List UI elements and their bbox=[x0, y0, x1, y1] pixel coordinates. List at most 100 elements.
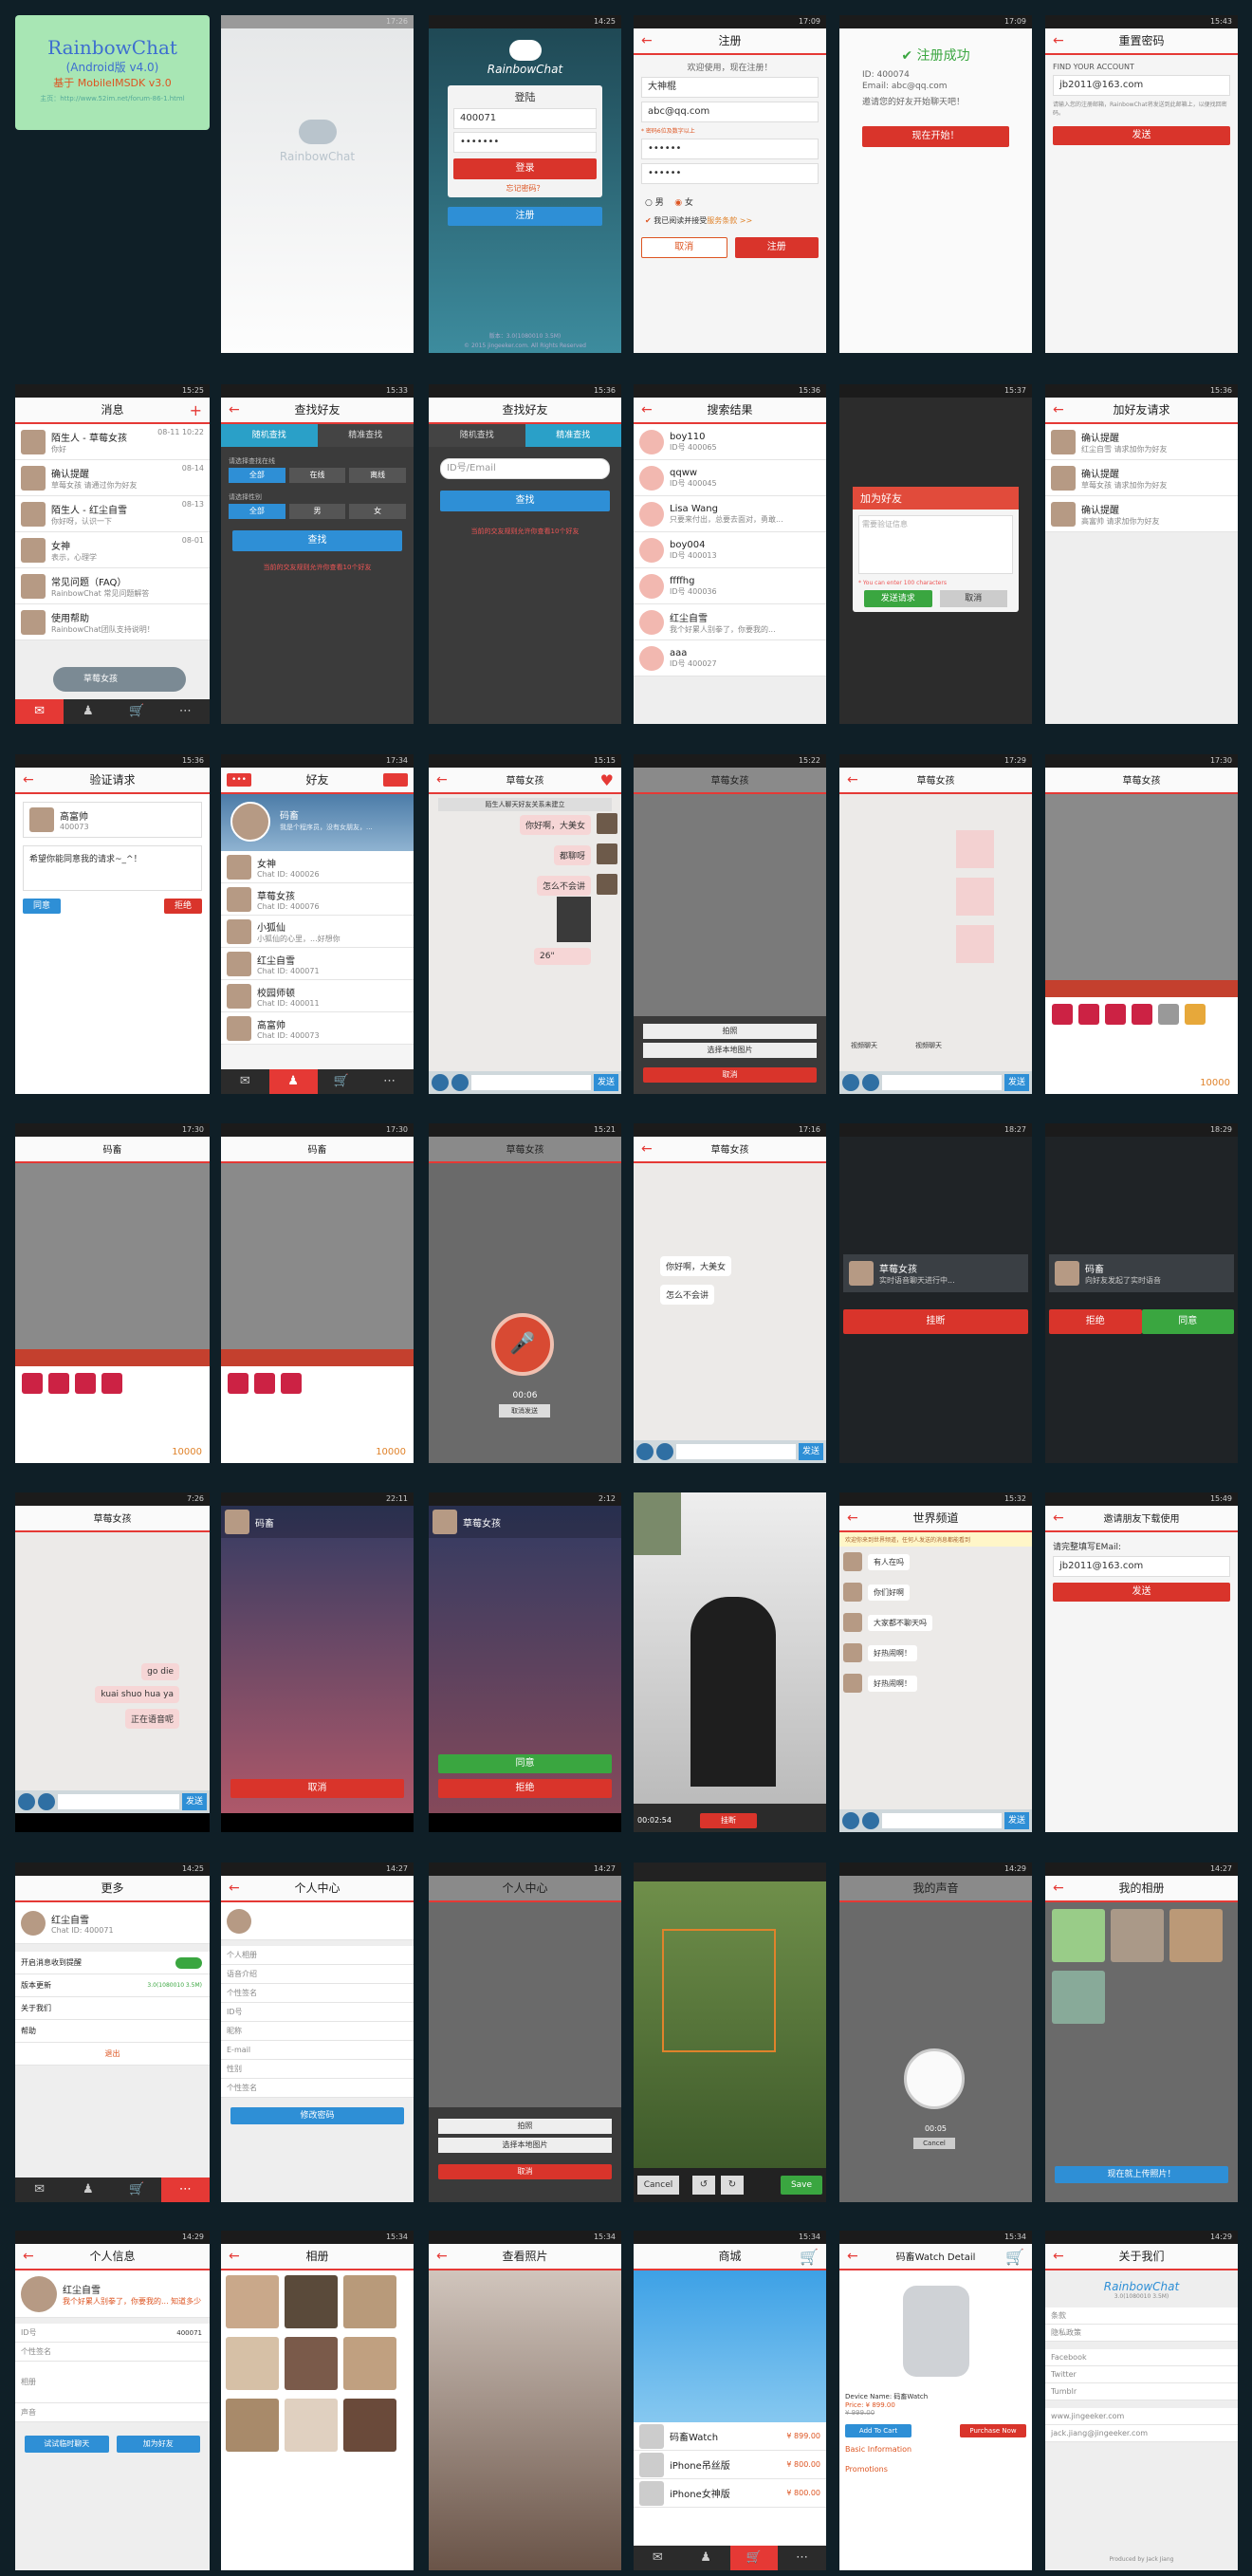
list-item[interactable]: aaa ID号 400027 bbox=[634, 640, 826, 676]
gift-icon[interactable] bbox=[254, 1373, 275, 1394]
keyboard-icon[interactable] bbox=[862, 1812, 879, 1829]
back-icon[interactable]: ← bbox=[23, 768, 34, 793]
login-pass-input[interactable]: ••••••• bbox=[453, 132, 597, 153]
photo-thumb[interactable] bbox=[226, 2337, 279, 2390]
opt-male[interactable]: 男 bbox=[288, 504, 346, 519]
sheet-cancel-button[interactable]: 取消 bbox=[643, 1067, 817, 1083]
voice-icon[interactable] bbox=[842, 1812, 859, 1829]
nav-more-icon[interactable]: ⋯ bbox=[160, 2178, 210, 2202]
gift-icon[interactable] bbox=[101, 1373, 122, 1394]
terms-link[interactable]: 服务条款 >> bbox=[707, 216, 752, 225]
opt-female[interactable]: 女 bbox=[349, 504, 407, 519]
exact-find-button[interactable]: 查找 bbox=[440, 491, 610, 511]
list-item[interactable]: Lisa Wang 只要来付出，总要去面对，勇敢... bbox=[634, 496, 826, 532]
confirm-field[interactable]: •••••• bbox=[641, 163, 819, 184]
facebook-row[interactable]: Facebook bbox=[1045, 2349, 1238, 2366]
hangup-button[interactable]: 挂断 bbox=[843, 1309, 1028, 1334]
photo-thumb[interactable] bbox=[343, 2337, 396, 2390]
heart-icon[interactable]: ♥ bbox=[600, 768, 614, 793]
menu-icon[interactable]: ••• bbox=[227, 773, 251, 787]
gift-icon[interactable] bbox=[1158, 1004, 1179, 1025]
password-field[interactable]: •••••• bbox=[641, 139, 819, 159]
exit-row[interactable]: 退出 bbox=[15, 2043, 210, 2066]
back-icon[interactable]: ← bbox=[847, 768, 858, 793]
photo-thumb[interactable] bbox=[1169, 1909, 1223, 1962]
photo-thumb[interactable] bbox=[1052, 1971, 1105, 2024]
nav-messages-icon[interactable]: ✉ bbox=[15, 2178, 64, 2202]
photo-thumb[interactable] bbox=[285, 2275, 338, 2328]
photo-thumb[interactable] bbox=[343, 2399, 396, 2452]
back-icon[interactable]: ← bbox=[229, 398, 240, 423]
picker-cancel-button[interactable]: 取消 bbox=[438, 2164, 612, 2179]
email-field[interactable]: abc@qq.com bbox=[641, 102, 819, 122]
back-icon[interactable]: ← bbox=[229, 1876, 240, 1901]
record-circle-icon[interactable] bbox=[904, 2048, 965, 2109]
message-input[interactable] bbox=[882, 1075, 1002, 1090]
list-item[interactable]: boy110 ID号 400065 bbox=[634, 424, 826, 460]
agree-checkbox[interactable]: ✔ bbox=[645, 216, 654, 225]
opt-all-gender[interactable]: 全部 bbox=[229, 504, 285, 519]
list-item[interactable]: E-mail bbox=[221, 2041, 414, 2060]
nickname-field[interactable]: 大神棍 bbox=[641, 77, 819, 98]
requester-row[interactable]: 高富帅 400073 bbox=[23, 802, 202, 838]
twitter-row[interactable]: Twitter bbox=[1045, 2366, 1238, 2383]
choose-album-button[interactable]: 选择本地图片 bbox=[643, 1043, 817, 1058]
rotate-left-icon[interactable]: ↺ bbox=[692, 2176, 715, 2195]
photo-thumb[interactable] bbox=[285, 2399, 338, 2452]
avatar-row[interactable] bbox=[221, 1902, 414, 1940]
back-icon[interactable]: ← bbox=[1053, 1506, 1064, 1531]
photo-thumb[interactable] bbox=[285, 2337, 338, 2390]
list-item[interactable]: 个人相册 bbox=[221, 1946, 414, 1965]
back-icon[interactable]: ← bbox=[436, 768, 448, 793]
video-call-icon[interactable]: 视频聊天 bbox=[851, 1041, 877, 1050]
mic-icon[interactable]: 🎤 bbox=[491, 1313, 554, 1376]
about-row[interactable]: 关于我们 bbox=[15, 1997, 210, 2020]
list-item[interactable]: 个性签名 bbox=[221, 1984, 414, 2003]
message-input[interactable] bbox=[58, 1794, 179, 1809]
photo-thumb[interactable] bbox=[1111, 1909, 1164, 1962]
gift-icon[interactable] bbox=[1078, 1004, 1099, 1025]
gift-icon[interactable] bbox=[75, 1373, 96, 1394]
photo-thumb[interactable] bbox=[1052, 1909, 1105, 1962]
list-item[interactable]: 确认提醒 草莓女孩 请通过你为好友 08-14 bbox=[15, 460, 210, 496]
male-radio[interactable]: ○ bbox=[645, 198, 655, 208]
nav-more-icon[interactable]: ⋯ bbox=[365, 1069, 414, 1094]
keyboard-icon[interactable] bbox=[656, 1443, 673, 1460]
find-button[interactable]: 查找 bbox=[232, 530, 402, 551]
forgot-link[interactable]: 忘记密码？ bbox=[453, 183, 597, 194]
accept-call-button[interactable]: 同意 bbox=[1141, 1309, 1234, 1334]
nav-messages-icon[interactable]: ✉ bbox=[221, 1069, 269, 1094]
nav-shop-icon[interactable]: 🛒 bbox=[113, 699, 161, 724]
change-password-button[interactable]: 修改密码 bbox=[230, 2107, 404, 2124]
voice-row[interactable]: 声音 bbox=[15, 2403, 210, 2422]
send-button[interactable]: 发送 bbox=[182, 1793, 207, 1810]
cart-icon[interactable]: 🛒 bbox=[800, 2244, 819, 2270]
terms-row[interactable]: 条款 bbox=[1045, 2307, 1238, 2325]
privacy-row[interactable]: 隐私政策 bbox=[1045, 2325, 1238, 2342]
list-item[interactable]: 常见问题（FAQ） RainbowChat 常见问题解答 bbox=[15, 568, 210, 604]
list-item[interactable]: 女神 Chat ID: 400026 bbox=[221, 851, 414, 883]
keyboard-icon[interactable] bbox=[451, 1074, 469, 1091]
reset-send-button[interactable]: 发送 bbox=[1053, 126, 1230, 145]
gift-icon[interactable] bbox=[1185, 1004, 1206, 1025]
back-icon[interactable]: ← bbox=[847, 2244, 858, 2270]
list-item[interactable]: boy004 ID号 400013 bbox=[634, 532, 826, 568]
register-button[interactable]: 注册 bbox=[448, 207, 602, 226]
contacts-icon[interactable] bbox=[383, 773, 408, 787]
video-cancel-button[interactable]: 取消 bbox=[230, 1779, 404, 1798]
photo-thumb[interactable] bbox=[343, 2275, 396, 2328]
voice-cancel-button[interactable]: 取消发送 bbox=[499, 1404, 550, 1418]
list-item[interactable]: 性别 bbox=[221, 2060, 414, 2079]
list-item[interactable]: 个性签名 bbox=[221, 2079, 414, 2098]
nav-messages-icon[interactable]: ✉ bbox=[15, 699, 64, 724]
login-user-input[interactable]: 400071 bbox=[453, 108, 597, 129]
crop-save-button[interactable]: Save bbox=[781, 2176, 822, 2195]
back-icon[interactable]: ← bbox=[1053, 398, 1064, 423]
back-icon[interactable]: ← bbox=[436, 2244, 448, 2270]
list-item[interactable]: 红尘自雪 我个好累人别拳了，你要我的... bbox=[634, 604, 826, 640]
gift-icon[interactable] bbox=[228, 1373, 249, 1394]
nav-more-icon[interactable]: ⋯ bbox=[161, 699, 210, 724]
submit-button[interactable]: 注册 bbox=[734, 237, 819, 258]
nav-shop-icon[interactable]: 🛒 bbox=[113, 2178, 161, 2202]
keyboard-icon[interactable] bbox=[38, 1793, 55, 1810]
